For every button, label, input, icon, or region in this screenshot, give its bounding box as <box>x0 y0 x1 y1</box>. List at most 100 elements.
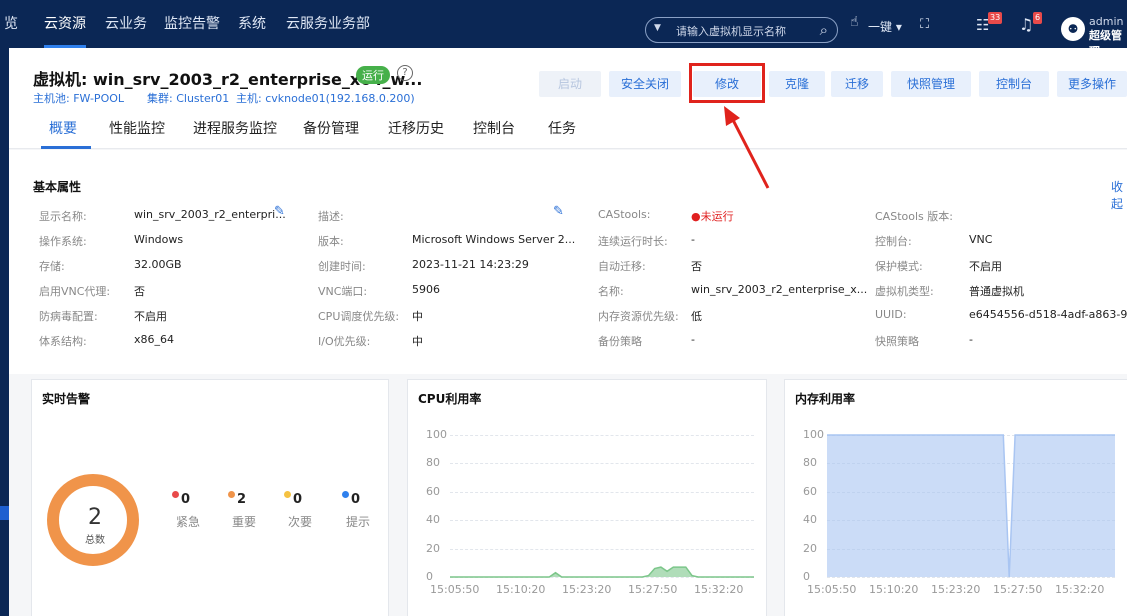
legend-count: 2 <box>237 492 247 507</box>
highlight-box <box>689 63 765 103</box>
clone-button[interactable]: 克隆 <box>769 71 825 97</box>
property-label: VNC端口: <box>318 285 368 298</box>
legend-label: 提示 <box>346 515 371 529</box>
legend-count: 0 <box>351 492 361 507</box>
nav-item-system[interactable]: 系统 <box>238 0 266 48</box>
top-navbar: 览 云资源 云业务 监控告警 系统 云服务业务部 ▼ 请输入虚拟机显示名称 ⌕ … <box>0 0 1127 58</box>
touch-icon[interactable]: ☝ <box>850 14 859 30</box>
main-content: 虚拟机: win_srv_2003_r2_enterprise_x64_w...… <box>9 48 1127 616</box>
alarm-total-label: 总数 <box>85 535 105 546</box>
property-label: 快照策略 <box>875 335 919 348</box>
property-value: - <box>969 333 973 346</box>
sidebar-marker[interactable] <box>0 506 9 520</box>
property-value: 中 <box>412 310 423 323</box>
property-value: VNC <box>969 233 993 246</box>
legend-label: 重要 <box>232 515 257 529</box>
memory-usage-card: 内存利用率 100 80 60 40 20 0 15:05:50 15:10:20 15:23:… <box>784 379 1127 616</box>
property-label: 连续运行时长: <box>598 235 668 248</box>
nav-item-monitor-alarm[interactable]: 监控告警 <box>164 0 220 48</box>
task-count-badge: 33 <box>988 12 1003 24</box>
property-label: 操作系统: <box>39 235 87 248</box>
property-label: CPU调度优先级: <box>318 310 400 323</box>
legend-dot <box>284 491 291 498</box>
vm-header: 虚拟机: win_srv_2003_r2_enterprise_x64_w...… <box>9 48 1127 105</box>
property-value: 不启用 <box>969 260 1002 273</box>
section-title: 基本属性 <box>33 180 82 194</box>
property-value: Windows <box>134 233 184 246</box>
avatar[interactable]: ⚉ <box>1061 17 1085 41</box>
property-value: - <box>691 233 695 246</box>
search-input[interactable]: 请输入虚拟机显示名称 <box>676 23 786 39</box>
nav-item-cloud-business[interactable]: 云业务 <box>105 0 147 48</box>
more-actions-button[interactable]: 更多操作 <box>1057 71 1127 97</box>
property-label: 名称: <box>598 285 624 298</box>
property-value: 低 <box>691 310 702 323</box>
tab-performance[interactable]: 性能监控 <box>109 118 165 138</box>
property-value: 中 <box>412 335 423 348</box>
cpu-usage-card: CPU利用率 100 80 60 40 20 0 15:05:50 15:10:20 15:23… <box>407 379 767 616</box>
left-sidebar-collapsed <box>0 48 9 616</box>
bell-icon[interactable]: ♫ <box>1019 15 1033 34</box>
property-value: 否 <box>691 260 702 273</box>
vm-search-box[interactable]: ▼ 请输入虚拟机显示名称 ⌕ <box>645 17 838 43</box>
chart-plot <box>827 434 1115 578</box>
legend-count: 0 <box>293 492 303 507</box>
property-label: CAStools: <box>598 208 651 221</box>
property-value: 不启用 <box>134 310 167 323</box>
snapshot-manage-button[interactable]: 快照管理 <box>891 71 971 97</box>
console-button[interactable]: 控制台 <box>979 71 1049 97</box>
safe-shutdown-button[interactable]: 安全关闭 <box>609 71 681 97</box>
legend-dot <box>172 491 179 498</box>
chevron-down-icon[interactable]: ▼ <box>654 23 661 33</box>
nav-item-cloud-resources[interactable]: 云资源 <box>44 0 86 48</box>
tab-backup[interactable]: 备份管理 <box>303 118 359 138</box>
chart-plot <box>450 566 754 578</box>
nav-item-overview[interactable]: 览 <box>4 0 18 48</box>
property-value: win_srv_2003_r2_enterprise_x... <box>691 283 868 296</box>
legend-label: 次要 <box>288 515 313 529</box>
search-icon[interactable]: ⌕ <box>820 21 828 39</box>
app-window: 览 云资源 云业务 监控告警 系统 云服务业务部 ▼ 请输入虚拟机显示名称 ⌕ … <box>0 0 1127 616</box>
tab-process-monitor[interactable]: 进程服务监控 <box>193 118 277 138</box>
collapse-link[interactable]: 收起 <box>1111 178 1127 212</box>
property-label: UUID: <box>875 308 907 321</box>
property-label: 描述: <box>318 210 344 223</box>
one-key-menu[interactable]: 一键 ▾ <box>868 18 902 35</box>
status-badge: 运行 <box>356 66 390 84</box>
realtime-alarm-card: 实时告警 2 总数 0 紧急 2 重要 0 次要 0 提示 <box>31 379 389 616</box>
property-value: win_srv_2003_r2_enterpri... <box>134 208 286 221</box>
tab-overview[interactable]: 概要 <box>49 118 77 138</box>
fullscreen-icon[interactable]: ⛶ <box>920 17 929 32</box>
migrate-button[interactable]: 迁移 <box>831 71 883 97</box>
tab-console[interactable]: 控制台 <box>473 118 515 138</box>
active-tab-indicator <box>41 146 91 149</box>
start-button[interactable]: 启动 <box>539 71 601 97</box>
card-title: 实时告警 <box>42 392 91 406</box>
property-label: 虚拟机类型: <box>875 285 934 298</box>
property-value: 5906 <box>412 283 440 296</box>
property-value: 32.00GB <box>134 258 182 271</box>
legend-dot <box>342 491 349 498</box>
series-line <box>450 566 754 578</box>
edit-description-icon[interactable]: ✎ <box>553 204 564 219</box>
tab-tasks[interactable]: 任务 <box>548 118 576 138</box>
property-value: x86_64 <box>134 333 175 346</box>
annotation-arrow <box>724 106 770 189</box>
property-label: CAStools 版本: <box>875 210 953 223</box>
tab-migration-history[interactable]: 迁移历史 <box>388 118 444 138</box>
series-area <box>827 435 1115 577</box>
legend-dot <box>228 491 235 498</box>
property-value: 2023-11-21 14:23:29 <box>412 258 529 271</box>
property-label: 内存资源优先级: <box>598 310 679 323</box>
nav-item-cloud-service-dept[interactable]: 云服务业务部 <box>286 0 370 48</box>
property-value: - <box>691 333 695 346</box>
alarm-count-badge: 6 <box>1033 12 1043 24</box>
property-label: 显示名称: <box>39 210 87 223</box>
property-label: 控制台: <box>875 235 912 248</box>
help-icon[interactable]: ? <box>397 65 413 81</box>
property-label: 保护模式: <box>875 260 923 273</box>
tab-bar: 概要 性能监控 进程服务监控 备份管理 迁移历史 控制台 任务 <box>9 104 1127 149</box>
basic-properties-panel: 基本属性 收起 ✎ ✎ 显示名称: win_srv_2003_r2_enterpr… <box>9 150 1127 374</box>
property-label: 版本: <box>318 235 344 248</box>
property-value: ●未运行 <box>691 210 734 223</box>
